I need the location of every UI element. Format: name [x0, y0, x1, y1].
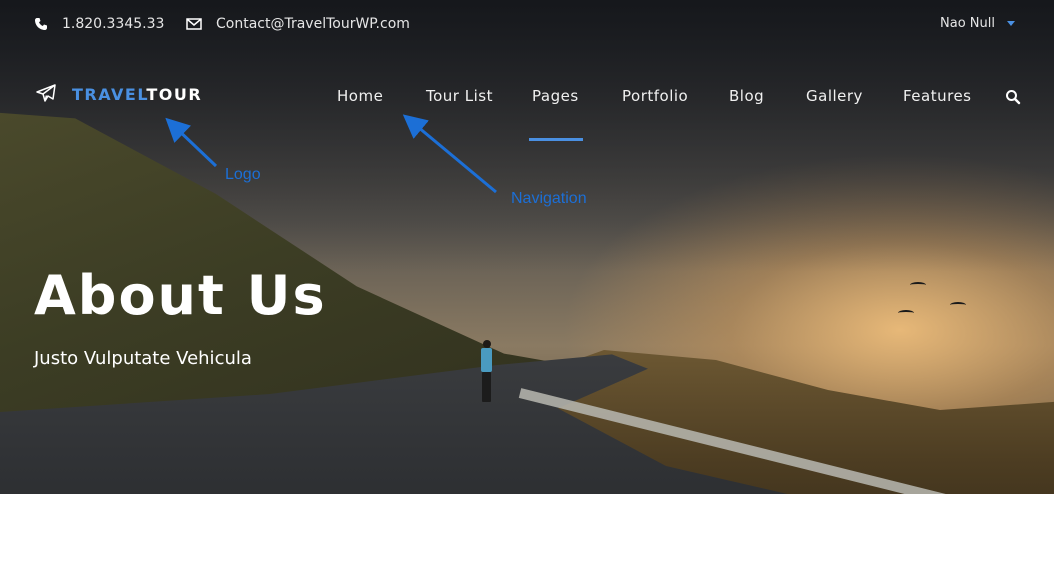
navigation-arrow [402, 114, 497, 194]
annotation-logo-label: Logo [225, 166, 261, 183]
annotation-arrows [165, 114, 497, 194]
logo-arrow [165, 117, 218, 168]
annotation-navigation-label: Navigation [511, 190, 587, 207]
